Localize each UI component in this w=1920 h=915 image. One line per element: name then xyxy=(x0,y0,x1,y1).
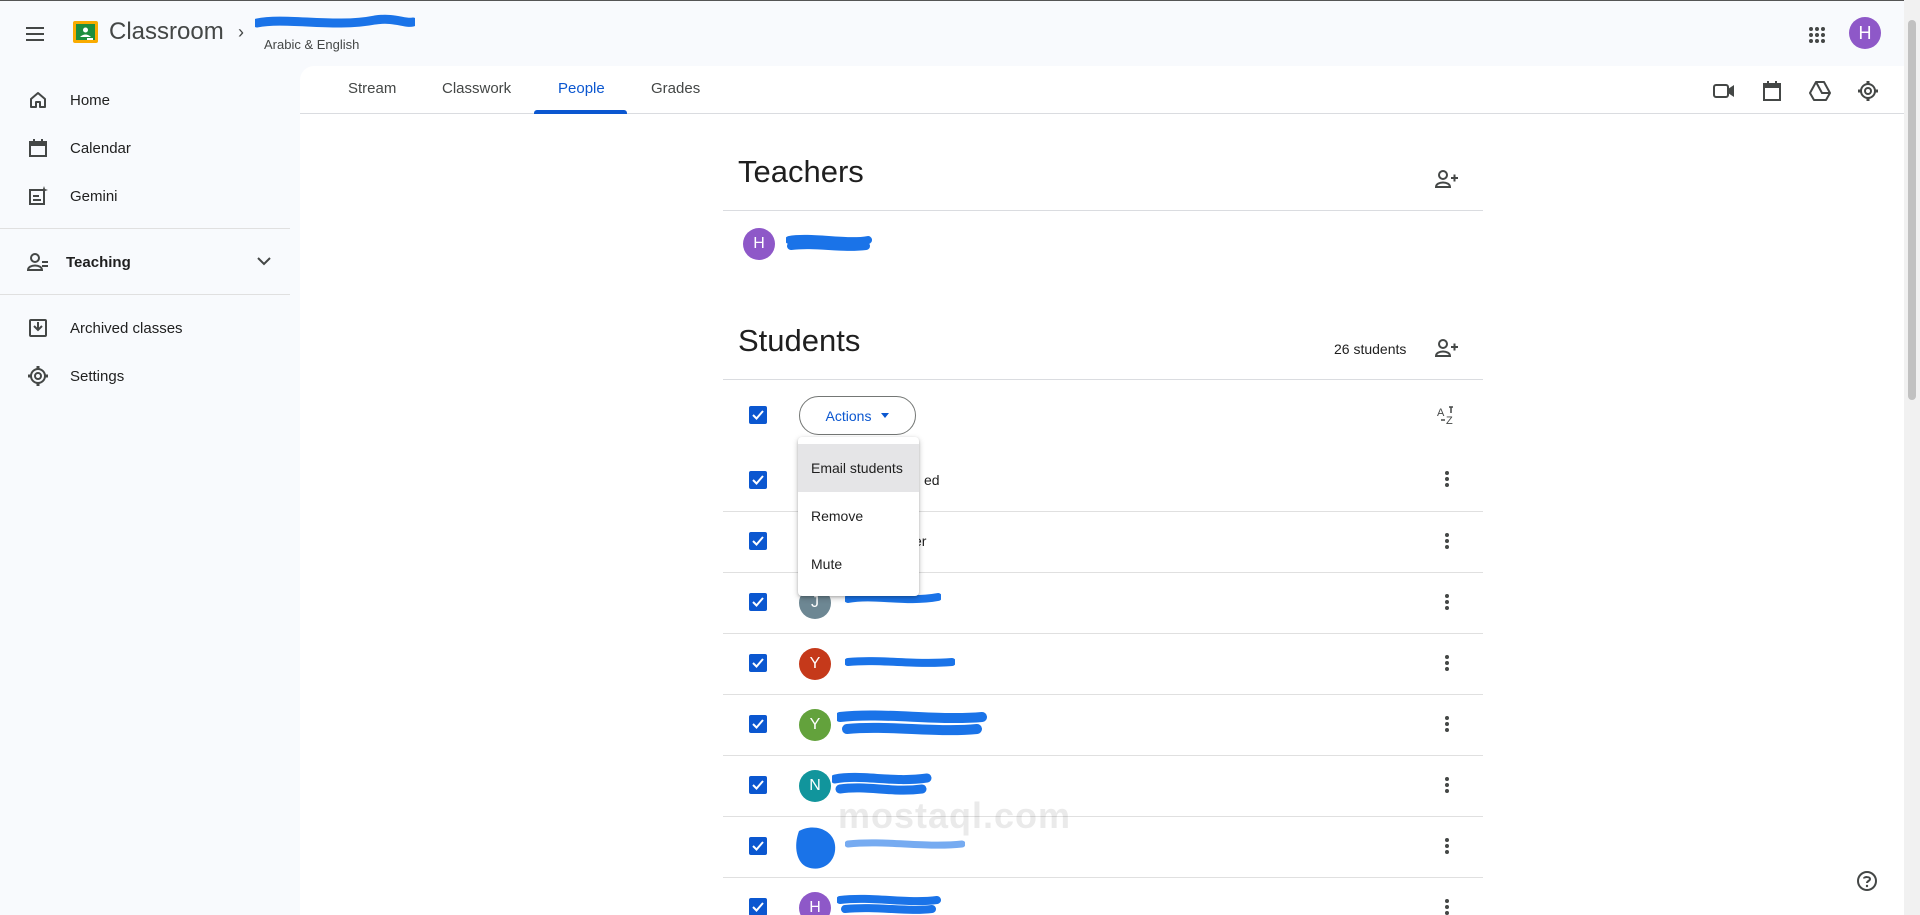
teacher-name-redacted xyxy=(785,232,872,257)
home-icon xyxy=(26,88,50,112)
sidebar-item-label: Gemini xyxy=(70,187,118,205)
student-checkbox[interactable] xyxy=(749,593,767,611)
tab-classwork[interactable]: Classwork xyxy=(442,80,511,97)
calendar-icon[interactable] xyxy=(1759,78,1785,104)
more-vert-icon[interactable] xyxy=(1435,712,1459,736)
student-avatar: H xyxy=(799,892,831,915)
account-avatar[interactable]: H xyxy=(1849,17,1881,49)
archive-icon xyxy=(26,316,50,340)
tab-stream[interactable]: Stream xyxy=(348,80,396,97)
teacher-avatar: H xyxy=(743,228,775,260)
more-vert-icon[interactable] xyxy=(1435,467,1459,491)
student-checkbox[interactable] xyxy=(749,532,767,550)
row-divider xyxy=(723,633,1483,634)
breadcrumb-chevron-icon: › xyxy=(238,22,244,42)
meet-video-icon[interactable] xyxy=(1711,78,1737,104)
student-checkbox[interactable] xyxy=(749,654,767,672)
student-checkbox[interactable] xyxy=(749,837,767,855)
teachers-heading: Teachers xyxy=(738,154,864,189)
sidebar-item-label: Settings xyxy=(70,367,125,385)
student-checkbox[interactable] xyxy=(749,471,767,489)
student-count: 26 students xyxy=(1334,341,1407,357)
select-all-checkbox[interactable] xyxy=(749,406,767,424)
menu-item-mute[interactable]: Mute xyxy=(798,540,919,588)
more-vert-icon[interactable] xyxy=(1435,895,1459,915)
tab-grades[interactable]: Grades xyxy=(651,80,700,97)
teachers-divider xyxy=(723,210,1483,211)
class-subtitle: Arabic & English xyxy=(264,37,360,52)
student-name-partial: ed xyxy=(924,472,940,488)
sidebar-item-label: Archived classes xyxy=(70,319,183,337)
class-name-redacted[interactable] xyxy=(252,14,418,28)
sidebar-item-label: Calendar xyxy=(70,139,131,157)
main-content: Stream Classwork People Grades Teachers … xyxy=(300,66,1904,915)
drive-icon[interactable] xyxy=(1807,78,1833,104)
actions-button[interactable]: Actions xyxy=(799,396,916,435)
sidebar-item-settings[interactable]: Settings xyxy=(0,352,290,400)
sidebar-item-calendar[interactable]: Calendar xyxy=(0,124,290,172)
app-title[interactable]: Classroom xyxy=(109,18,224,46)
help-icon[interactable] xyxy=(1855,869,1879,893)
actions-menu: Email students Remove Mute xyxy=(798,437,919,596)
actions-label: Actions xyxy=(825,407,872,424)
row-divider xyxy=(723,694,1483,695)
student-avatar: Y xyxy=(799,709,831,741)
student-avatar: Y xyxy=(799,648,831,680)
menu-item-remove[interactable]: Remove xyxy=(798,492,919,540)
svg-text:Z: Z xyxy=(1446,415,1453,426)
more-vert-icon[interactable] xyxy=(1435,529,1459,553)
menu-item-email-students[interactable]: Email students xyxy=(798,444,919,492)
main-menu-icon[interactable] xyxy=(20,18,52,50)
more-vert-icon[interactable] xyxy=(1435,590,1459,614)
student-name-redacted xyxy=(844,834,966,859)
more-vert-icon[interactable] xyxy=(1435,834,1459,858)
sidebar-divider xyxy=(0,294,290,295)
student-name-redacted xyxy=(844,652,956,677)
sidebar-divider xyxy=(0,228,290,229)
invite-student-icon[interactable] xyxy=(1433,334,1461,362)
student-checkbox[interactable] xyxy=(749,898,767,915)
students-heading: Students xyxy=(738,323,861,358)
row-divider xyxy=(723,877,1483,878)
sidebar-item-teaching[interactable]: Teaching xyxy=(0,238,290,286)
more-vert-icon[interactable] xyxy=(1435,651,1459,675)
chevron-down-icon[interactable] xyxy=(257,253,271,271)
tab-people[interactable]: People xyxy=(558,80,605,97)
calendar-icon xyxy=(26,136,50,160)
students-divider xyxy=(723,379,1483,380)
student-name-redacted xyxy=(836,892,941,915)
classroom-logo-icon[interactable] xyxy=(73,21,98,43)
svg-text:A: A xyxy=(1437,407,1445,419)
teaching-icon xyxy=(26,250,50,274)
active-tab-indicator xyxy=(534,110,627,114)
row-divider xyxy=(723,816,1483,817)
student-checkbox[interactable] xyxy=(749,715,767,733)
student-avatar: N xyxy=(799,770,831,802)
sidebar-item-archived-classes[interactable]: Archived classes xyxy=(0,304,290,352)
sidebar-item-label: Home xyxy=(70,91,111,109)
class-settings-gear-icon[interactable] xyxy=(1855,78,1881,104)
tab-bar: Stream Classwork People Grades xyxy=(300,66,1904,114)
scrollbar-thumb[interactable] xyxy=(1908,20,1916,400)
sort-az-icon[interactable]: AZ xyxy=(1433,401,1461,429)
sidebar-item-home[interactable]: Home xyxy=(0,76,290,124)
student-checkbox[interactable] xyxy=(749,776,767,794)
student-avatar-redacted xyxy=(793,821,841,880)
page-scrollbar[interactable] xyxy=(1904,0,1920,915)
google-apps-icon[interactable] xyxy=(1801,19,1833,51)
gear-icon xyxy=(26,364,50,388)
gemini-icon xyxy=(26,184,50,208)
student-name-redacted xyxy=(835,709,987,744)
more-vert-icon[interactable] xyxy=(1435,773,1459,797)
top-bar: Classroom › Arabic & English H xyxy=(0,0,1904,66)
sidebar-item-label: Teaching xyxy=(66,253,131,271)
caret-down-icon xyxy=(881,413,890,418)
sidebar-item-gemini[interactable]: Gemini xyxy=(0,172,290,220)
watermark: mostaql.com xyxy=(838,795,1072,836)
invite-teacher-icon[interactable] xyxy=(1433,165,1461,193)
row-divider xyxy=(723,755,1483,756)
